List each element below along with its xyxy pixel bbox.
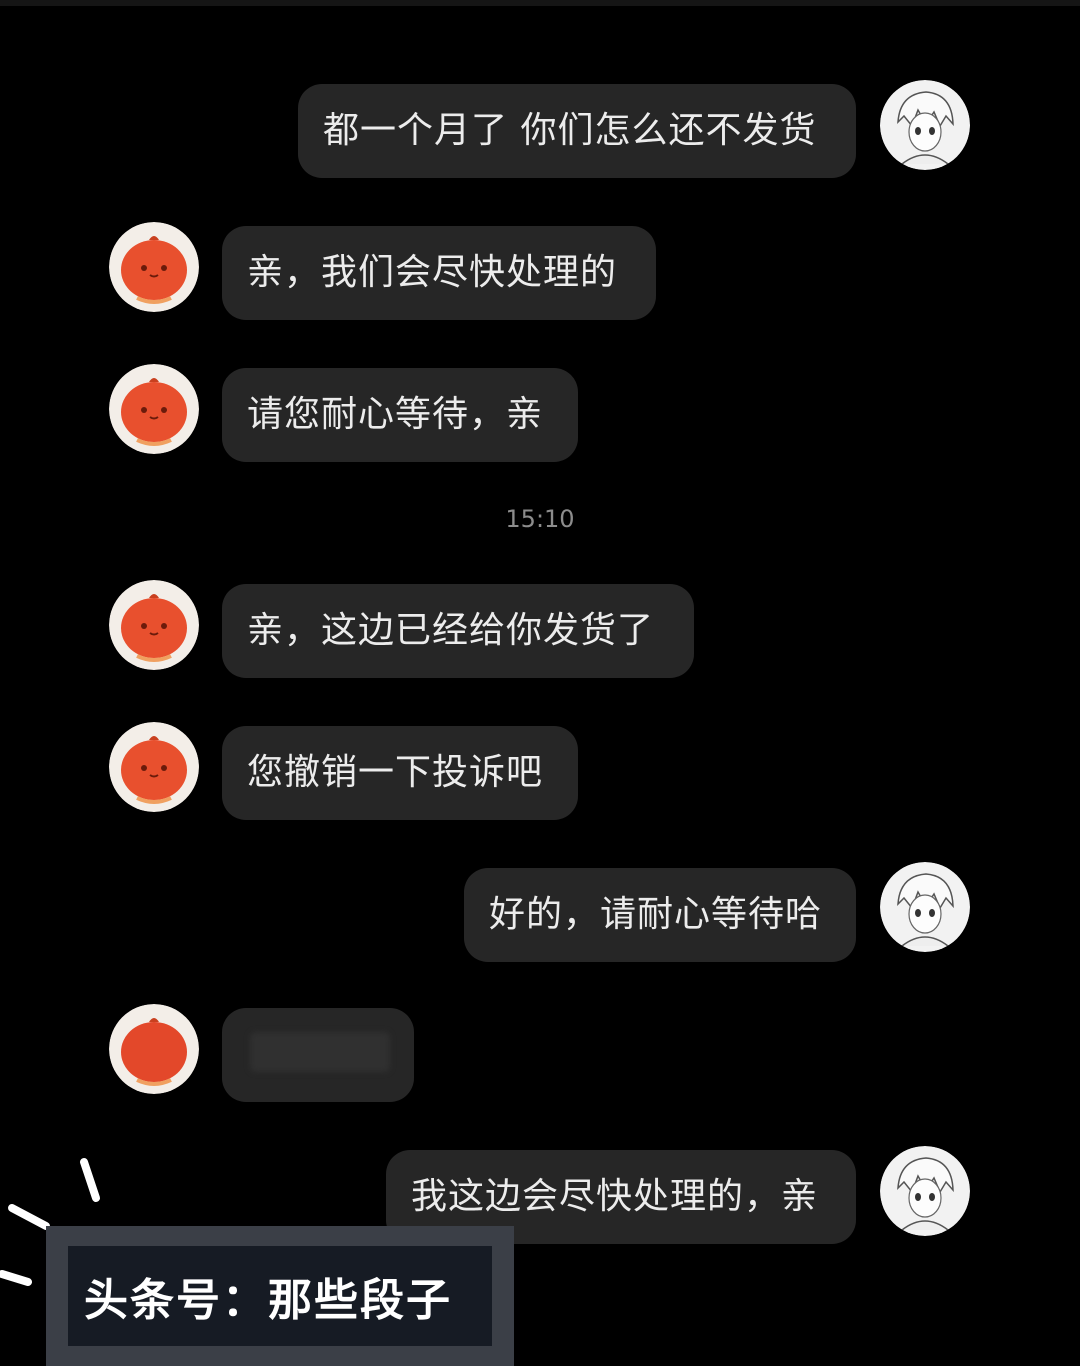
- message-bubble-incoming[interactable]: 请您耐心等待，亲: [222, 368, 578, 462]
- message-bubble-incoming[interactable]: 亲，我们会尽快处理的: [222, 226, 656, 320]
- user-avatar[interactable]: [880, 80, 970, 170]
- seller-avatar[interactable]: [109, 222, 199, 312]
- orange-pumpkin-avatar-icon: [109, 222, 199, 312]
- message-bubble-incoming[interactable]: 亲，这边已经给你发货了: [222, 584, 694, 678]
- orange-pumpkin-avatar-icon: [109, 364, 199, 454]
- user-avatar[interactable]: [880, 1146, 970, 1236]
- orange-pumpkin-avatar-icon: [109, 1004, 199, 1094]
- seller-avatar[interactable]: [109, 364, 199, 454]
- message-bubble-outgoing[interactable]: 都一个月了 你们怎么还不发货: [298, 84, 856, 178]
- watermark-text: 头条号：那些段子: [68, 1246, 492, 1346]
- orange-pumpkin-avatar-icon: [109, 580, 199, 670]
- anime-character-avatar-icon: [880, 862, 970, 952]
- message-timestamp: 15:10: [505, 505, 575, 533]
- orange-pumpkin-avatar-icon: [109, 722, 199, 812]
- message-bubble-outgoing[interactable]: 好的，请耐心等待哈: [464, 868, 856, 962]
- user-avatar[interactable]: [880, 862, 970, 952]
- seller-avatar[interactable]: [109, 722, 199, 812]
- watermark-box: 头条号：那些段子: [46, 1226, 514, 1366]
- top-border: [0, 0, 1080, 6]
- anime-character-avatar-icon: [880, 1146, 970, 1236]
- seller-avatar[interactable]: [109, 580, 199, 670]
- seller-avatar[interactable]: [109, 1004, 199, 1094]
- message-bubble-incoming[interactable]: 您撤销一下投诉吧: [222, 726, 578, 820]
- censor-blur: [250, 1032, 390, 1072]
- anime-character-avatar-icon: [880, 80, 970, 170]
